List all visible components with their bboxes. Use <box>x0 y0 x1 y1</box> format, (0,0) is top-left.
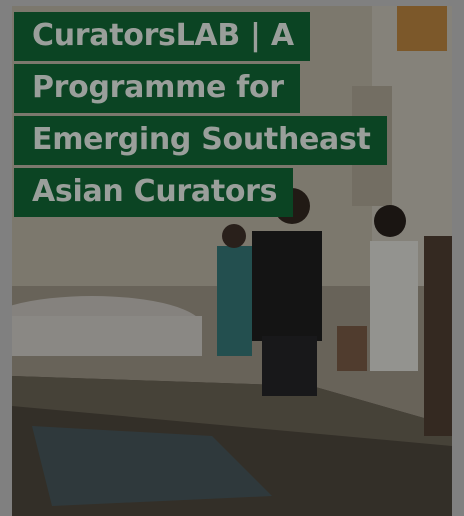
article-title[interactable]: CuratorsLAB | A Programme for Emerging S… <box>14 12 387 217</box>
title-block: CuratorsLAB | A Programme for Emerging S… <box>14 10 394 218</box>
article-card[interactable]: CuratorsLAB | A Programme for Emerging S… <box>12 6 452 516</box>
